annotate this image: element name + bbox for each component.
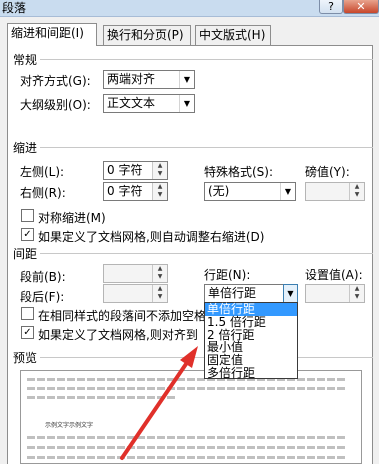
annotation-arrow-icon: [120, 346, 198, 460]
